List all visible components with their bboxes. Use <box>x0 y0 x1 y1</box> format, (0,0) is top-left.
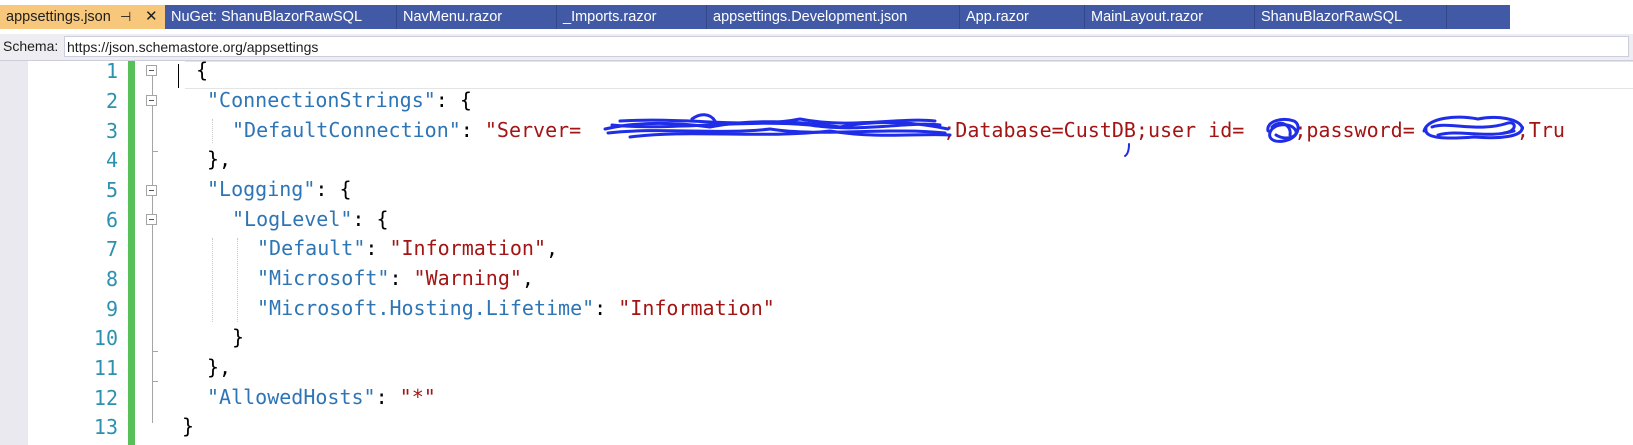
json-string: "Information" <box>618 296 775 320</box>
code-text: { "ConnectionStrings": { "DefaultConnect… <box>0 61 1633 445</box>
json-string: ;Tru <box>1516 118 1565 142</box>
tab-appsettings-json[interactable]: appsettings.json ⊣ ✕ <box>0 5 165 29</box>
code-editor[interactable]: 1 2 3 4 5 6 7 8 9 10 11 12 13 { "Connect… <box>0 61 1633 445</box>
tab-imports-razor[interactable]: _Imports.razor <box>557 5 707 29</box>
code-line-6: "LogLevel": { <box>232 207 389 231</box>
code-line-9: "Microsoft.Hosting.Lifetime": "Informati… <box>257 296 775 320</box>
json-string: "Server= <box>484 118 594 142</box>
json-key: "Logging" <box>207 177 316 201</box>
code-line-10: } <box>232 325 245 349</box>
json-key: "Default" <box>257 236 366 260</box>
json-key: "LogLevel" <box>232 207 353 231</box>
tab-label: appsettings.Development.json <box>713 9 908 25</box>
json-key: "Microsoft.Hosting.Lifetime" <box>257 296 595 320</box>
tab-label: _Imports.razor <box>563 9 657 25</box>
tab-label: ShanuBlazorRawSQL <box>1261 9 1403 25</box>
code-line-12: "AllowedHosts": "*" <box>207 385 436 409</box>
tab-nuget-shanublazorrawsql[interactable]: NuGet: ShanuBlazorRawSQL <box>165 5 397 29</box>
code-line-5: "Logging": { <box>207 177 352 201</box>
schema-label: Schema: <box>3 38 59 54</box>
json-string: "*" <box>399 385 436 409</box>
tab-label: appsettings.json <box>6 9 111 25</box>
code-line-13: } <box>182 414 195 438</box>
tab-mainlayout-razor[interactable]: MainLayout.razor <box>1085 5 1255 29</box>
schema-url-input[interactable]: https://json.schemastore.org/appsettings <box>64 36 1629 57</box>
json-key: "ConnectionStrings" <box>207 88 436 112</box>
json-key: "Microsoft" <box>257 266 390 290</box>
document-tab-strip: appsettings.json ⊣ ✕ NuGet: ShanuBlazorR… <box>0 0 1633 34</box>
tab-label: MainLayout.razor <box>1091 9 1204 25</box>
pin-icon[interactable]: ⊣ <box>120 5 131 29</box>
code-line-11: }, <box>207 355 232 379</box>
tab-label: App.razor <box>966 9 1029 25</box>
tab-app-razor[interactable]: App.razor <box>960 5 1085 29</box>
tab-navmenu-razor[interactable]: NavMenu.razor <box>397 5 557 29</box>
json-string: "Warning" <box>413 266 522 290</box>
json-key: "AllowedHosts" <box>207 385 376 409</box>
json-string: ;Database=CustDB;user id= <box>943 118 1257 142</box>
code-line-8: "Microsoft": "Warning", <box>257 266 534 290</box>
tab-shanublazorrawsql[interactable]: ShanuBlazorRawSQL <box>1255 5 1447 29</box>
tab-label: NuGet: ShanuBlazorRawSQL <box>171 9 363 25</box>
code-line-1: { <box>196 61 209 82</box>
code-line-7: "Default": "Information", <box>257 236 559 260</box>
json-key: "DefaultConnection" <box>232 118 461 142</box>
code-line-3: "DefaultConnection": "Server= ;Database=… <box>232 118 1565 142</box>
close-icon[interactable]: ✕ <box>145 5 158 29</box>
code-line-2: "ConnectionStrings": { <box>207 88 472 112</box>
json-string: ;password= <box>1294 118 1415 142</box>
json-string: "Information" <box>389 236 547 260</box>
code-line-4: }, <box>207 147 232 171</box>
schema-bar: Schema: https://json.schemastore.org/app… <box>0 34 1633 61</box>
tab-label: NavMenu.razor <box>403 9 503 25</box>
tab-appsettings-development-json[interactable]: appsettings.Development.json <box>707 5 960 29</box>
